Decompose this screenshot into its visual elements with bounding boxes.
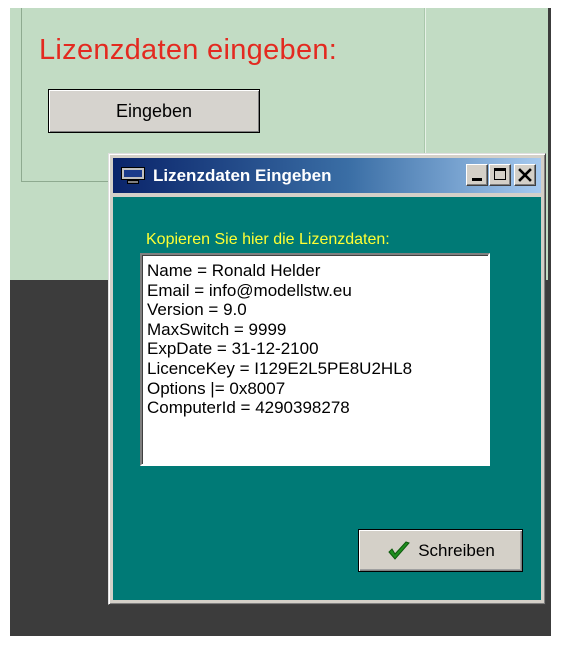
computer-icon	[121, 166, 145, 185]
close-icon	[518, 168, 532, 182]
memo-line-version: Version = 9.0	[147, 300, 247, 320]
close-button[interactable]	[514, 164, 536, 186]
memo-line-computerid: ComputerId = 4290398278	[147, 398, 350, 418]
groupbox-border-bottom	[21, 181, 117, 182]
dialog-title: Lizenzdaten Eingeben	[153, 165, 332, 185]
minimize-icon	[472, 178, 482, 181]
prompt-label: Kopieren Sie hier die Lizenzdaten:	[146, 231, 390, 248]
memo-line-licencekey: LicenceKey = I129E2L5PE8U2HL8	[147, 358, 413, 378]
eingeben-button[interactable]: Eingeben	[48, 89, 260, 133]
parent-title: Lizenzdaten eingeben:	[39, 34, 338, 66]
dialog-titlebar[interactable]: Lizenzdaten Eingeben	[113, 158, 541, 193]
memo-line-email: Email = info@modellstw.eu	[147, 280, 352, 300]
schreiben-button[interactable]: Schreiben	[358, 529, 523, 572]
window-controls	[466, 164, 536, 186]
license-data-memo[interactable]: Name = Ronald Helder Email = info@modell…	[140, 253, 490, 466]
maximize-button[interactable]	[489, 164, 511, 186]
memo-line-maxswitch: MaxSwitch = 9999	[147, 319, 287, 339]
minimize-button[interactable]	[466, 164, 488, 186]
schreiben-label: Schreiben	[418, 540, 495, 560]
groupbox-border-left	[21, 8, 22, 182]
memo-line-name: Name = Ronald Helder	[147, 261, 321, 280]
memo-line-expdate: ExpDate = 31-12-2100	[147, 339, 319, 359]
maximize-icon	[494, 168, 506, 180]
checkmark-icon	[388, 540, 411, 560]
memo-line-options: Options |= 0x8007	[147, 378, 286, 398]
